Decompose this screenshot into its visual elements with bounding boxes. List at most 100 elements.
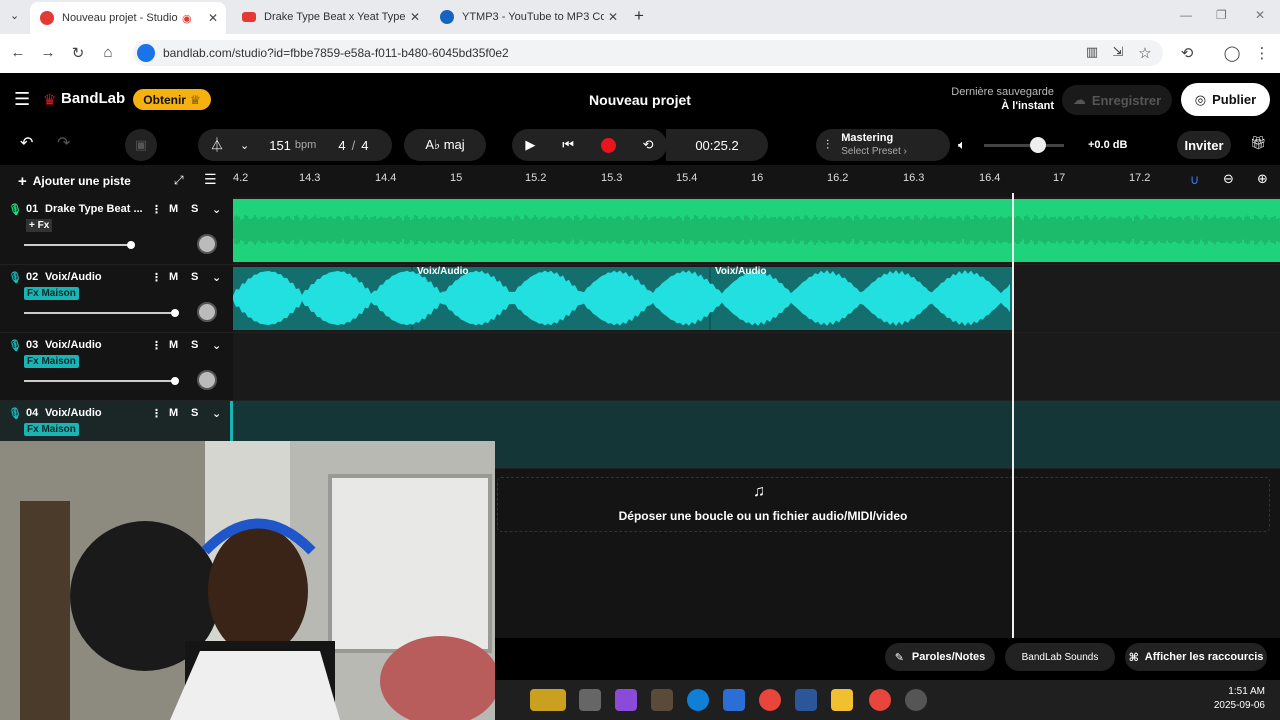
history-icon[interactable]: ⟲	[1177, 44, 1197, 62]
chevron-down-icon[interactable]: ⌄	[212, 203, 221, 216]
preset-select[interactable]: Select Preset ›	[841, 145, 907, 158]
minimize-icon[interactable]: —	[1180, 8, 1192, 22]
chevron-down-icon[interactable]: ⌄	[240, 139, 249, 152]
volume-icon[interactable]: 🔈︎	[958, 137, 966, 153]
save-button[interactable]: ☁ Enregistrer	[1062, 85, 1172, 115]
track-name[interactable]: Voix/Audio	[45, 339, 102, 351]
clock-time[interactable]: 1:51 AM	[1195, 686, 1265, 697]
add-fx-button[interactable]: + Fx	[26, 219, 53, 232]
metronome-icon[interactable]: ⏃	[210, 135, 224, 155]
menu-dots-icon[interactable]: ⋮	[1252, 44, 1272, 62]
master-volume-slider[interactable]	[984, 144, 1064, 147]
bookmark-star-icon[interactable]: ☆	[1135, 44, 1155, 62]
task-view-icon[interactable]	[579, 689, 601, 711]
drop-zone[interactable]: ♫ Déposer une boucle ou un fichier audio…	[497, 477, 1270, 532]
forward-icon[interactable]: →	[38, 44, 58, 61]
word-icon[interactable]	[795, 689, 817, 711]
fx-preset-badge[interactable]: Fx Maison	[24, 287, 79, 300]
tab-list-icon[interactable]: ⌄	[10, 9, 19, 22]
reload-icon[interactable]: ↻	[68, 44, 88, 62]
tab-drake[interactable]: Drake Type Beat x Yeat Type Be ✕	[232, 4, 428, 30]
pan-knob[interactable]	[197, 302, 217, 322]
clock-date[interactable]: 2025-09-06	[1195, 700, 1265, 711]
address-bar[interactable]: bandlab.com/studio?id=fbbe7859-e58a-f011…	[133, 40, 1163, 66]
tab-studio[interactable]: Nouveau projet - Studio ◉ ✕	[30, 2, 226, 34]
mastering-button[interactable]: ⫶ Mastering Select Preset ›	[816, 129, 950, 161]
record-icon[interactable]	[600, 137, 616, 153]
home-icon[interactable]: ⌂	[98, 44, 118, 61]
publish-button[interactable]: ◎ Publier	[1181, 83, 1270, 116]
solo-button[interactable]: S	[191, 407, 198, 419]
track-name[interactable]: Drake Type Beat ...	[45, 203, 145, 215]
chevron-down-icon[interactable]: ⌄	[212, 339, 221, 352]
pan-knob[interactable]	[197, 234, 217, 254]
store-icon[interactable]	[723, 689, 745, 711]
track-lane-03[interactable]	[233, 333, 1280, 401]
skip-back-icon[interactable]: ⏮	[562, 137, 574, 153]
solo-button[interactable]: S	[191, 203, 198, 215]
track-volume-thumb[interactable]	[171, 309, 179, 317]
zoom-in-icon[interactable]: ⊕	[1257, 171, 1268, 187]
project-title[interactable]: Nouveau projet	[540, 92, 740, 108]
mute-button[interactable]: M	[169, 271, 178, 283]
tab-close-icon[interactable]: ✕	[608, 10, 618, 24]
track-volume-slider[interactable]	[24, 312, 176, 314]
mute-button[interactable]: M	[169, 407, 178, 419]
back-icon[interactable]: ←	[8, 44, 28, 61]
timeline-ruler[interactable]: 4.2 14.3 14.4 15 15.2 15.3 15.4 16 16.2 16.3 16.4 1…	[233, 165, 1280, 197]
track-volume-thumb[interactable]	[171, 377, 179, 385]
install-app-icon[interactable]: ⇲	[1108, 44, 1128, 60]
bpm-value[interactable]: 151	[269, 138, 291, 153]
chevron-down-icon[interactable]: ⌄	[212, 271, 221, 284]
chrome-profile-icon[interactable]	[869, 689, 891, 711]
app-icon[interactable]	[651, 689, 673, 711]
obtain-button[interactable]: Obtenir ♕	[133, 89, 211, 110]
bandlab-sounds-button[interactable]: BandLab Sounds	[1005, 643, 1115, 671]
track-header-02[interactable]: 🎙︎ 02 Voix/Audio ⋮ M S ⌄ Fx Maison	[0, 265, 233, 333]
track-volume-slider[interactable]	[24, 244, 134, 246]
track-name[interactable]: Voix/Audio	[45, 271, 102, 283]
track-menu-icon[interactable]: ⋮	[151, 339, 162, 352]
site-info-icon[interactable]	[137, 44, 155, 62]
new-tab-icon[interactable]: +	[634, 6, 644, 26]
invite-button[interactable]: Inviter	[1177, 131, 1231, 159]
loop-icon[interactable]: ⟲	[643, 137, 654, 153]
fx-preset-badge[interactable]: Fx Maison	[24, 423, 79, 436]
editor-toggle-button[interactable]: ▣	[125, 129, 157, 161]
fx-preset-badge[interactable]: Fx Maison	[24, 355, 79, 368]
track-menu-icon[interactable]: ⋮	[151, 271, 162, 284]
track-menu-icon[interactable]: ⋮	[151, 203, 162, 216]
snap-magnet-icon[interactable]: ∪	[1190, 172, 1200, 188]
solo-button[interactable]: S	[191, 271, 198, 283]
widgets-icon[interactable]	[530, 689, 566, 711]
copilot-icon[interactable]	[615, 689, 637, 711]
tab-close-icon[interactable]: ✕	[208, 11, 218, 25]
time-signature-denominator[interactable]: 4	[361, 138, 368, 153]
beat-clip[interactable]	[233, 197, 1280, 264]
maximize-icon[interactable]: ❐	[1216, 8, 1227, 22]
track-menu-icon[interactable]: ⋮	[151, 407, 162, 420]
chevron-down-icon[interactable]: ⌄	[212, 407, 221, 420]
redo-icon[interactable]: ↷	[57, 133, 70, 153]
track-header-01[interactable]: 🎙︎ 01 Drake Type Beat ... ⋮ M S ⌄ + Fx	[0, 197, 233, 265]
solo-button[interactable]: S	[191, 339, 198, 351]
zoom-out-icon[interactable]: ⊖	[1223, 171, 1234, 187]
chrome-icon[interactable]	[759, 689, 781, 711]
play-icon[interactable]: ▶	[525, 137, 535, 153]
key-button[interactable]: A♭ maj	[404, 129, 486, 161]
reading-mode-icon[interactable]: ▥	[1082, 44, 1102, 60]
automation-icon[interactable]: ⤢	[174, 173, 184, 188]
window-close-icon[interactable]: ✕	[1255, 8, 1265, 22]
edge-icon[interactable]	[687, 689, 709, 711]
shortcuts-button[interactable]: ⌘ Afficher les raccourcis	[1125, 643, 1267, 671]
tab-ytmp3[interactable]: YTMP3 - YouTube to MP3 Conv ✕	[430, 4, 626, 30]
mute-button[interactable]: M	[169, 339, 178, 351]
file-explorer-icon[interactable]	[831, 689, 853, 711]
profile-icon[interactable]: ◯	[1222, 44, 1242, 62]
mixer-icon[interactable]: ☰	[204, 171, 217, 188]
lyrics-button[interactable]: ✎ Paroles/Notes	[885, 643, 995, 671]
track-name[interactable]: Voix/Audio	[45, 407, 102, 419]
track-volume-thumb[interactable]	[127, 241, 135, 249]
tab-close-icon[interactable]: ✕	[410, 10, 420, 24]
track-lane-01[interactable]	[233, 197, 1280, 265]
